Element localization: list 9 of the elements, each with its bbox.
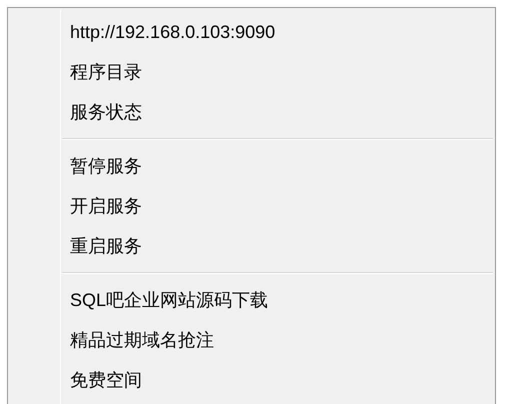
- menu-item[interactable]: http://192.168.0.103:9090: [10, 12, 493, 52]
- menu-item[interactable]: SQL吧企业网站源码下载: [10, 280, 493, 320]
- menu-item[interactable]: 暂停服务: [10, 146, 493, 186]
- menu-item[interactable]: 程序目录: [10, 52, 493, 92]
- menu-item[interactable]: 重启服务: [10, 226, 493, 266]
- menu-item[interactable]: 精品过期域名抢注: [10, 320, 493, 360]
- menu-item[interactable]: 服务状态: [10, 92, 493, 132]
- menu-item[interactable]: 开启服务: [10, 186, 493, 226]
- menu-item[interactable]: 免费空间: [10, 360, 493, 400]
